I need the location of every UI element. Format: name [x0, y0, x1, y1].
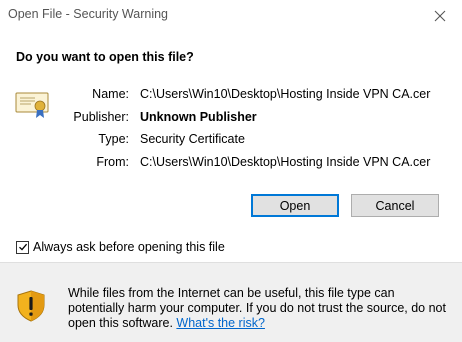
publisher-value: Unknown Publisher [140, 110, 257, 124]
title-bar[interactable]: Open File - Security Warning [0, 0, 462, 31]
close-button[interactable] [418, 0, 462, 31]
checkmark-icon [18, 243, 27, 251]
always-ask-checkbox[interactable] [16, 240, 29, 254]
always-ask-label: Always ask before opening this file [33, 240, 225, 254]
file-type-value: Security Certificate [140, 132, 245, 146]
window-title: Open File - Security Warning [8, 7, 169, 21]
always-ask-option[interactable]: Always ask before opening this file [16, 240, 225, 254]
shield-warning-icon [17, 290, 45, 322]
from-label: From: [96, 155, 129, 169]
cancel-button[interactable]: Cancel [351, 194, 439, 217]
close-icon [434, 10, 446, 21]
warning-message: While files from the Internet can be use… [68, 286, 454, 331]
file-source-value: C:\Users\Win10\Desktop\Hosting Inside VP… [140, 155, 431, 169]
file-name-value: C:\Users\Win10\Desktop\Hosting Inside VP… [140, 87, 431, 101]
open-button[interactable]: Open [251, 194, 339, 217]
publisher-label: Publisher: [73, 110, 129, 124]
warning-panel: While files from the Internet can be use… [0, 262, 462, 342]
whats-the-risk-link[interactable]: What's the risk? [176, 316, 265, 330]
dialog-question: Do you want to open this file? [16, 50, 194, 64]
name-label: Name: [92, 87, 129, 101]
type-label: Type: [98, 132, 129, 146]
